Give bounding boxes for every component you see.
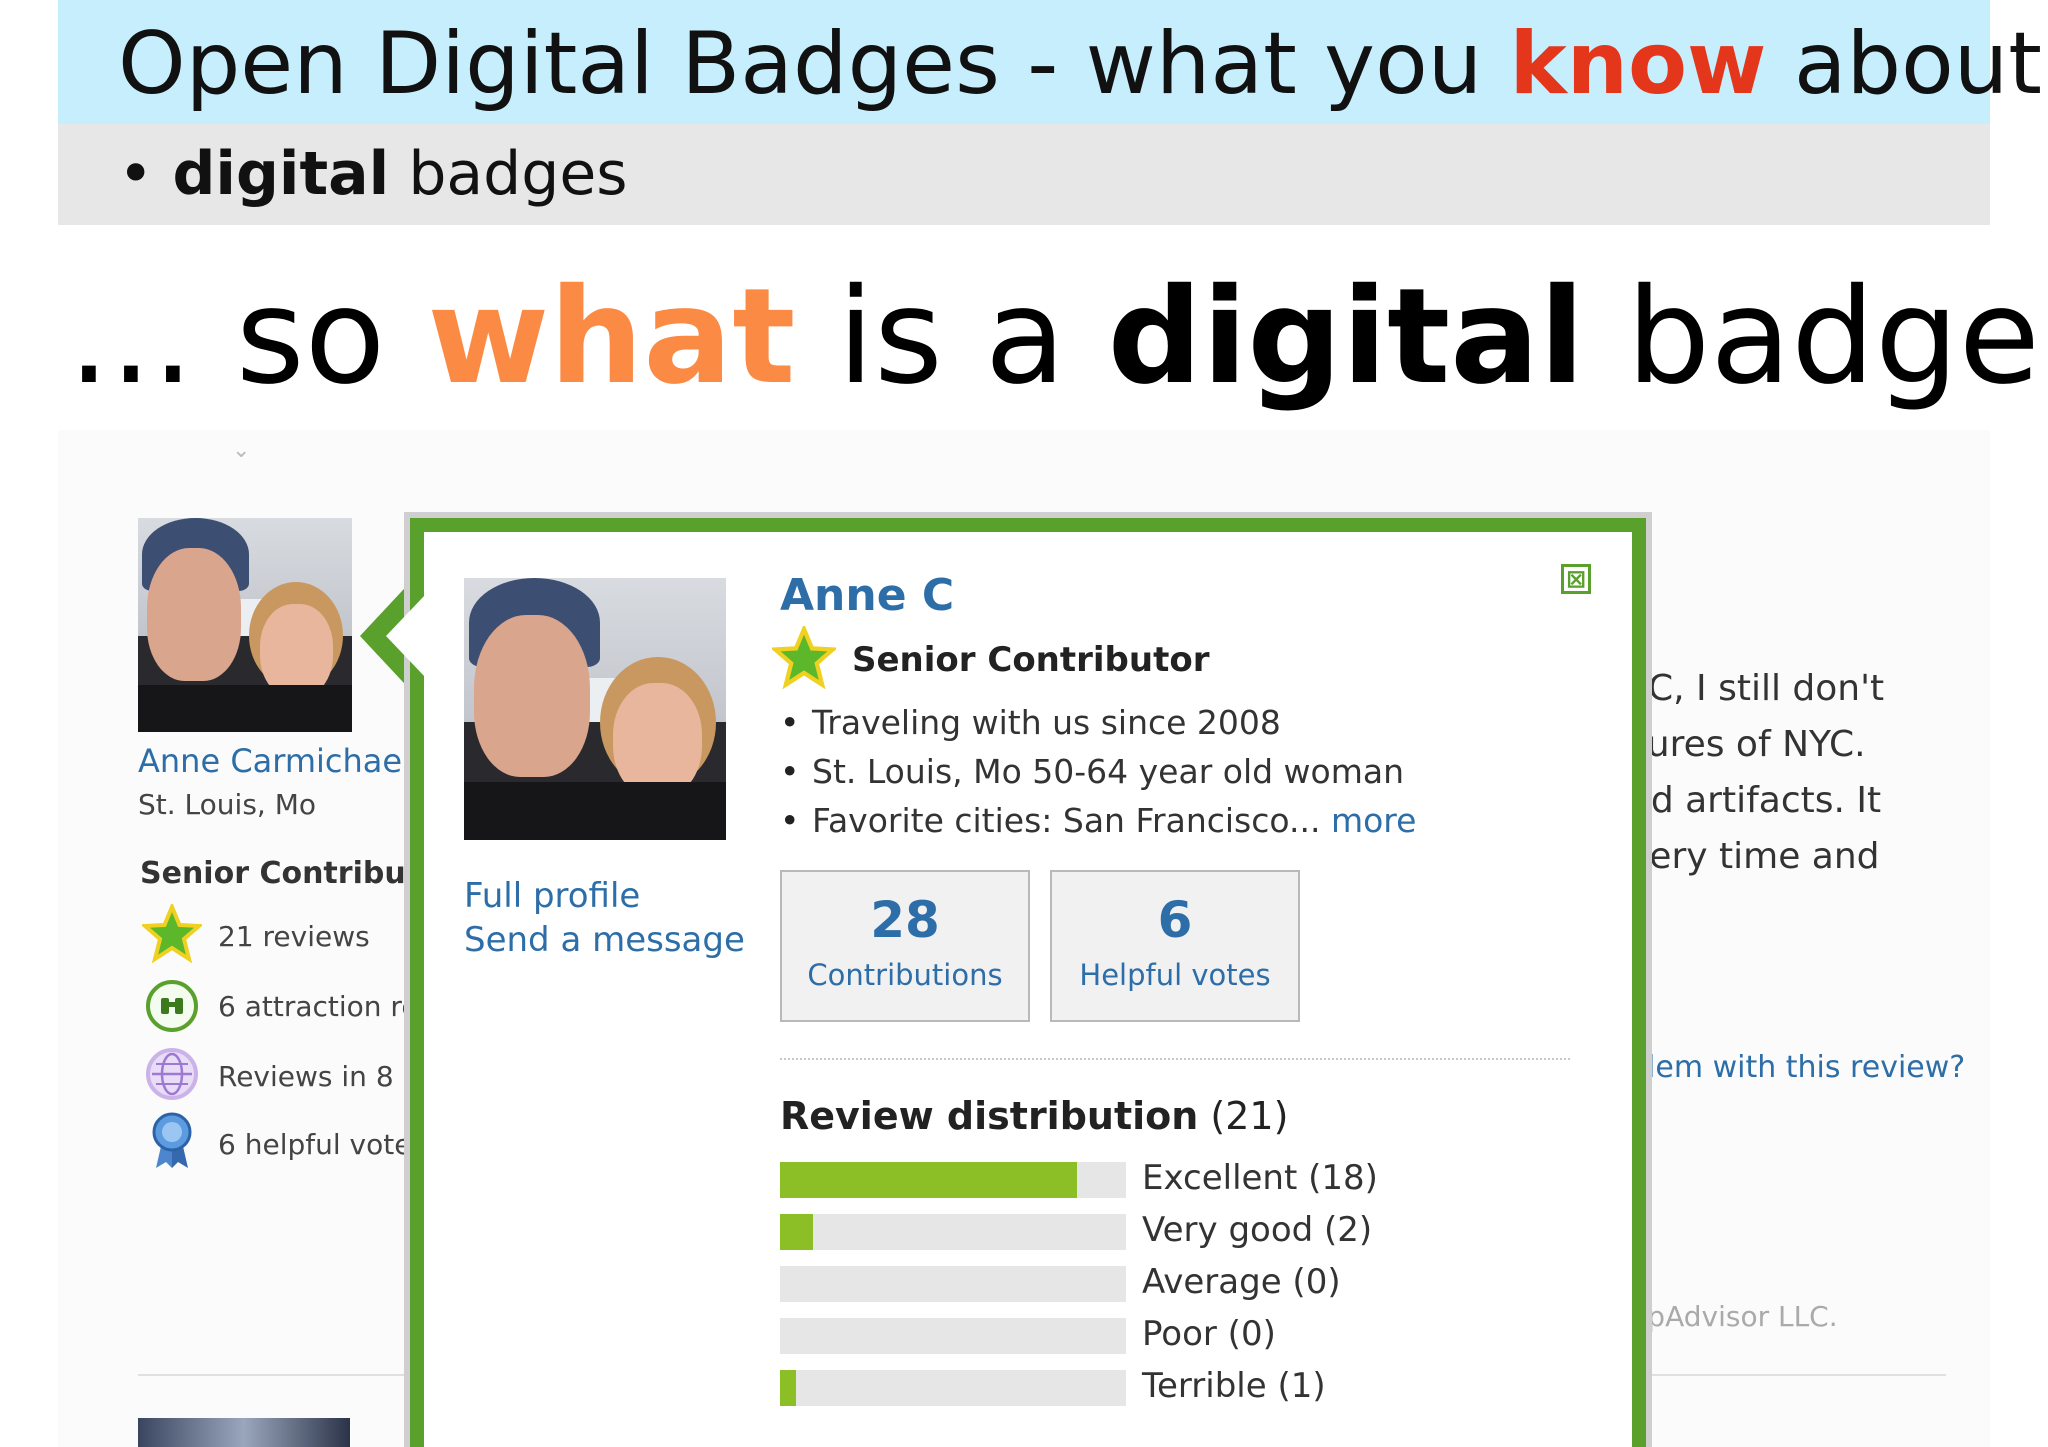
slide-title: Open Digital Badges - what you know abou… [118, 14, 2042, 114]
distribution-bar-fill [780, 1214, 813, 1250]
divider [138, 1374, 428, 1376]
badge-stat-text: 21 reviews [218, 920, 370, 953]
fact-text: Favorite cities: San Francisco... [812, 801, 1331, 840]
copyright-text: ripAdvisor LLC. [1628, 1300, 1838, 1333]
question-part: ... so [68, 260, 428, 414]
slide-title-band: Open Digital Badges - what you know abou… [58, 0, 2042, 124]
distribution-bar-track [780, 1370, 1126, 1406]
ribbon-badge-icon [152, 1112, 192, 1168]
badge-stat-text: 6 attraction re [218, 990, 419, 1023]
full-profile-link[interactable]: Full profile [464, 874, 745, 918]
title-text-part: about [1766, 14, 2042, 114]
globe-badge-icon [146, 1048, 198, 1100]
question-part: badge? [1626, 260, 2048, 414]
popup-links: Full profile Send a message [464, 874, 745, 962]
question-accent-word: what [427, 260, 796, 414]
distribution-label[interactable]: Excellent (18) [1142, 1158, 1378, 1198]
distribution-bar-track [780, 1162, 1126, 1198]
slide-question: ... so what is a digital badge? [68, 262, 2048, 412]
stat-value: 6 [1157, 891, 1193, 949]
review-text-line: YC, I still don't [1628, 668, 1885, 709]
slide-subtitle-band: • digital badges [58, 124, 1990, 225]
helpful-votes-stat[interactable]: 6 Helpful votes [1050, 870, 1300, 1022]
slide-bullet: • digital badges [118, 136, 628, 212]
binoculars-badge-icon [146, 980, 198, 1032]
bullet-bold-word: digital [172, 139, 390, 209]
distribution-bar-fill [780, 1370, 796, 1406]
chevron-down-icon: ⌄ [232, 438, 251, 463]
profile-rank: Senior Contributo [140, 856, 441, 891]
distribution-heading: Review distribution [780, 1094, 1199, 1138]
review-text-line: sures of NYC. [1628, 724, 1866, 765]
send-message-link[interactable]: Send a message [464, 918, 745, 962]
distribution-label[interactable]: Terrible (1) [1142, 1366, 1326, 1406]
popup-member-rank: Senior Contributor [852, 640, 1210, 680]
title-text-part: Open Digital Badges - what you [118, 14, 1510, 114]
popup-avatar[interactable] [464, 578, 726, 840]
contributions-stat[interactable]: 28 Contributions [780, 870, 1030, 1022]
distribution-label[interactable]: Average (0) [1142, 1262, 1341, 1302]
popup-pointer-inner [386, 594, 426, 678]
question-part: is a [795, 260, 1108, 414]
divider [780, 1058, 1570, 1060]
bullet-dot: • [118, 139, 154, 209]
distribution-total: (21) [1198, 1094, 1289, 1138]
badge-stat-text: 6 helpful votes [218, 1128, 427, 1161]
more-link[interactable]: more [1331, 801, 1416, 840]
bullet-text: badges [389, 139, 628, 209]
star-badge-icon [142, 904, 202, 964]
review-text-line: nd artifacts. It [1628, 780, 1882, 821]
review-text-line: very time and [1628, 836, 1880, 877]
list-item: • St. Louis, Mo 50-64 year old woman [780, 752, 1405, 791]
popup-member-name[interactable]: Anne C [780, 570, 954, 621]
list-item: • Favorite cities: San Francisco... more [780, 801, 1417, 840]
profile-name-link[interactable]: Anne Carmichael [138, 742, 411, 780]
stat-label: Helpful votes [1079, 958, 1271, 992]
profile-location: St. Louis, Mo [138, 788, 316, 821]
distribution-bar-track [780, 1266, 1126, 1302]
report-problem-link[interactable]: blem with this review? [1628, 1050, 1965, 1085]
stat-value: 28 [870, 891, 940, 949]
title-accent-word: know [1509, 14, 1767, 114]
fact-text: Traveling with us since 2008 [812, 703, 1281, 742]
list-item: • Traveling with us since 2008 [780, 703, 1281, 742]
badge-stat-text: Reviews in 8 c [218, 1060, 418, 1093]
divider [1628, 1374, 1946, 1376]
distribution-bar-track [780, 1214, 1126, 1250]
member-facts-list: • Traveling with us since 2008 • St. Louis… [780, 698, 1416, 845]
review-distribution-title: Review distribution (21) [780, 1094, 1288, 1138]
distribution-label[interactable]: Poor (0) [1142, 1314, 1276, 1354]
avatar[interactable] [138, 518, 352, 732]
distribution-bar-track [780, 1318, 1126, 1354]
close-icon[interactable]: ⊠ [1561, 564, 1591, 594]
star-badge-icon [772, 626, 836, 690]
distribution-label[interactable]: Very good (2) [1142, 1210, 1372, 1250]
stat-label: Contributions [807, 958, 1003, 992]
fact-text: St. Louis, Mo 50-64 year old woman [812, 752, 1405, 791]
question-bold-word: digital [1107, 260, 1585, 414]
distribution-bar-fill [780, 1162, 1077, 1198]
next-review-avatar[interactable] [138, 1418, 350, 1447]
